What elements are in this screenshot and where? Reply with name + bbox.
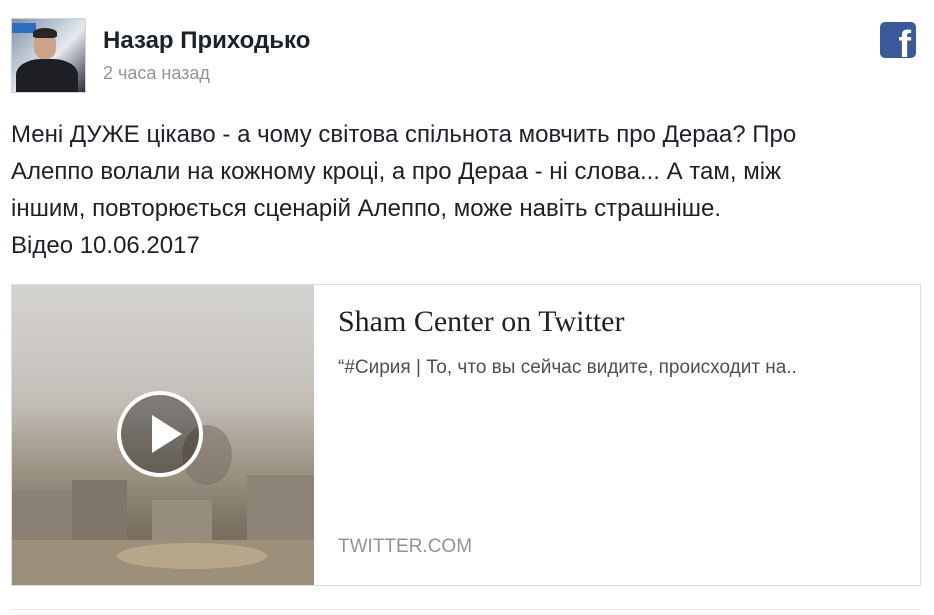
post-text-line: іншим, повторюється сценарій Алеппо, мож…: [11, 195, 721, 222]
author-avatar[interactable]: [11, 18, 86, 93]
post-text-line: Алеппо волали на кожному кроці, а про Де…: [11, 158, 782, 185]
play-icon: [152, 415, 182, 453]
post-text-line: Відео 10.06.2017: [11, 232, 200, 259]
author-name[interactable]: Назар Приходько: [103, 27, 310, 55]
post-text: Мені ДУЖЕ цікаво - а чому світова спільн…: [11, 116, 911, 264]
post-timestamp[interactable]: 2 часа назад: [103, 63, 210, 84]
avatar-body: [16, 59, 78, 92]
link-domain: TWITTER.COM: [338, 536, 473, 557]
divider: [11, 609, 921, 610]
facebook-logo-icon[interactable]: f: [880, 22, 916, 58]
play-button[interactable]: [117, 391, 203, 477]
avatar-hair: [33, 28, 57, 38]
thumbnail-road: [117, 543, 267, 569]
link-description: “#Сирия | То, что вы сейчас видите, прои…: [338, 357, 797, 378]
video-thumbnail[interactable]: [12, 285, 314, 585]
link-title[interactable]: Sham Center on Twitter: [338, 305, 624, 339]
post-text-line: Мені ДУЖЕ цікаво - а чому світова спільн…: [11, 121, 797, 148]
link-preview-card[interactable]: Sham Center on Twitter “#Сирия | То, что…: [11, 284, 921, 586]
